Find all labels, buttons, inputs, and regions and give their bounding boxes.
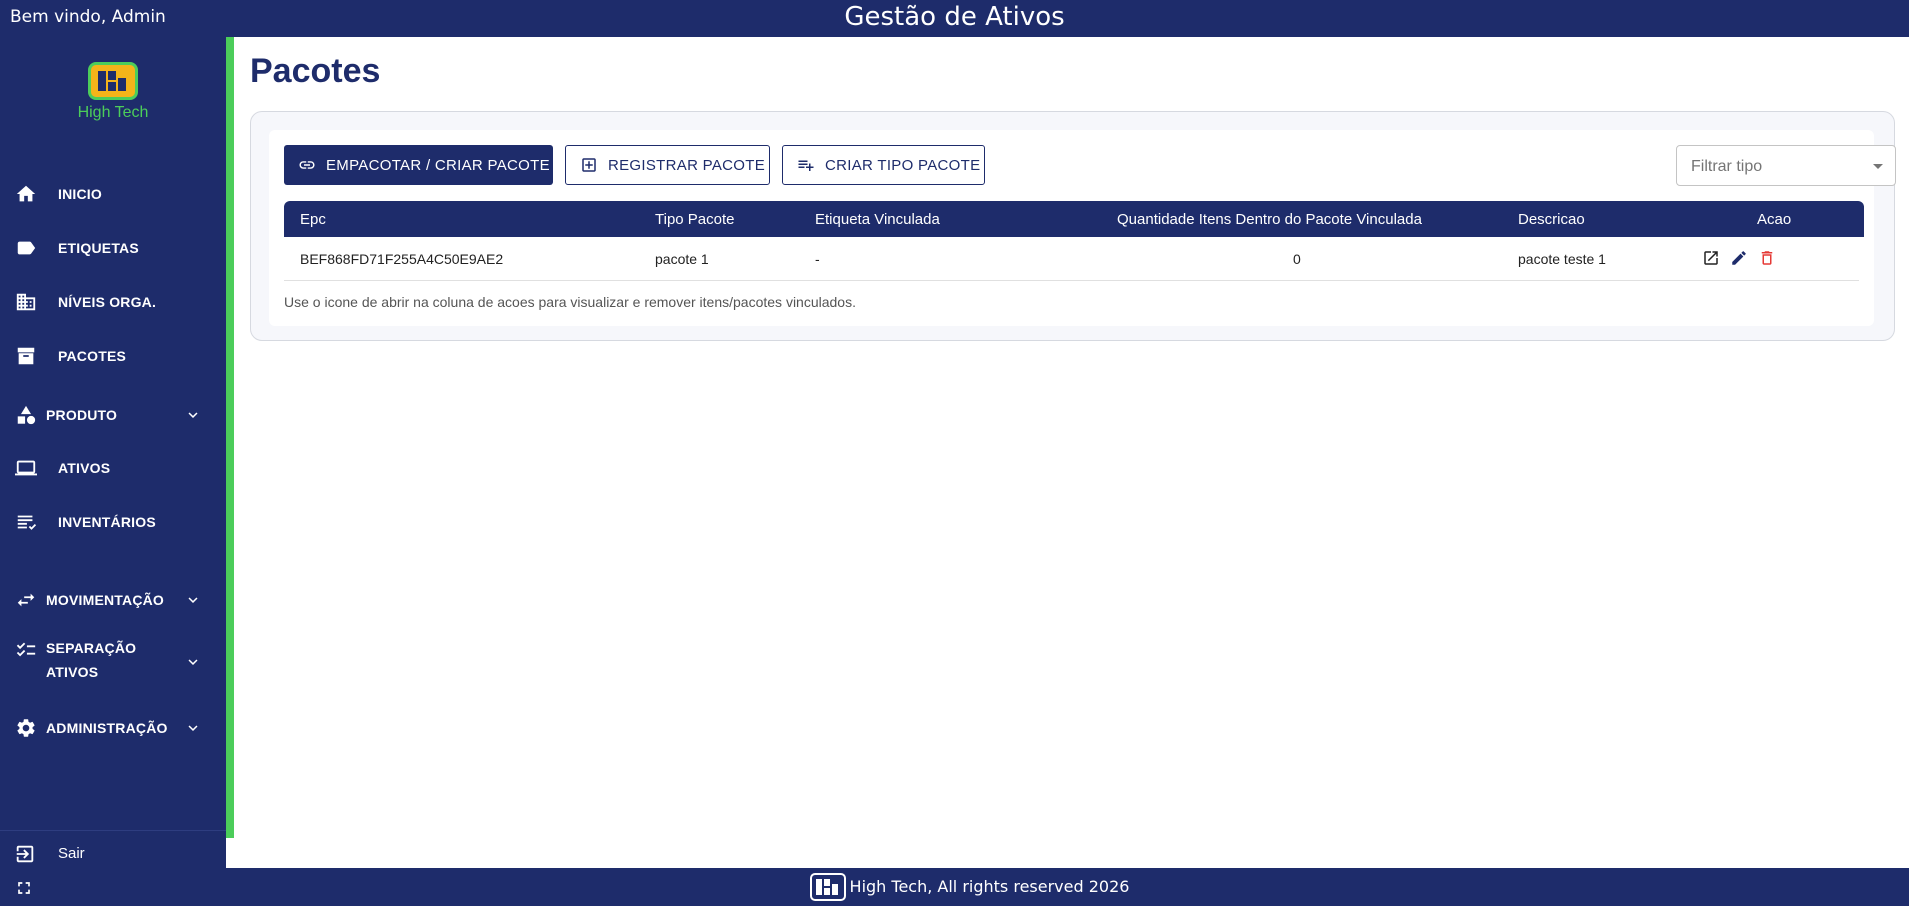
column-header-quantidade[interactable]: Quantidade Itens Dentro do Pacote Vincul…	[1117, 211, 1422, 228]
packages-card: EMPACOTAR / CRIAR PACOTE REGISTRAR PACOT…	[250, 111, 1896, 341]
add-box-icon	[580, 156, 598, 174]
sidebar-item-label-line2: ATIVOS	[46, 664, 99, 680]
sidebar-item-separacao-ativos[interactable]: SEPARAÇÃO ATIVOS	[0, 634, 226, 690]
cell-etiqueta-vinculada: -	[815, 251, 820, 267]
create-package-type-label: CRIAR TIPO PACOTE	[825, 156, 981, 174]
help-note: Use o icone de abrir na coluna de acoes …	[284, 294, 856, 310]
list-icon	[14, 510, 38, 534]
sidebar-item-label: ETIQUETAS	[58, 240, 139, 256]
sidebar-item-label: PACOTES	[58, 348, 127, 364]
footer: High Tech, All rights reserved 2026	[0, 868, 1909, 906]
sidebar-item-label: ATIVOS	[58, 460, 111, 476]
app-title: Gestão de Ativos	[844, 2, 1065, 32]
create-package-type-button[interactable]: CRIAR TIPO PACOTE	[782, 145, 985, 185]
sidebar-item-produto[interactable]: PRODUTO	[0, 395, 226, 435]
swap-icon	[14, 588, 38, 612]
filter-type-placeholder: Filtrar tipo	[1691, 158, 1763, 175]
delete-icon[interactable]	[1758, 249, 1776, 270]
sidebar-item-label: MOVIMENTAÇÃO	[46, 592, 165, 608]
sidebar-item-label: ADMINISTRAÇÃO	[46, 720, 168, 736]
checklist-icon	[14, 638, 38, 662]
cell-quantidade: 0	[1293, 251, 1301, 267]
chevron-down-icon[interactable]	[184, 406, 202, 424]
sidebar-item-label: NÍVEIS ORGA.	[58, 294, 157, 310]
logout-label: Sair	[58, 845, 85, 862]
sidebar-item-inventarios[interactable]: INVENTÁRIOS	[0, 502, 226, 542]
sidebar-item-label: INICIO	[58, 186, 102, 202]
gear-icon	[14, 716, 38, 740]
sidebar-item-inicio[interactable]: INICIO	[0, 174, 226, 214]
edit-icon[interactable]	[1730, 249, 1748, 270]
playlist-add-icon	[797, 156, 815, 174]
category-icon	[14, 403, 38, 427]
cell-descricao: pacote teste 1	[1518, 251, 1606, 267]
home-icon	[14, 182, 38, 206]
building-icon	[14, 290, 38, 314]
chevron-down-icon[interactable]	[184, 719, 202, 737]
column-header-etiqueta-vinculada[interactable]: Etiqueta Vinculada	[815, 211, 940, 228]
sidebar-item-label-line1: SEPARAÇÃO	[46, 640, 137, 656]
column-header-tipo-pacote[interactable]: Tipo Pacote	[655, 211, 735, 228]
chevron-down-icon[interactable]	[184, 591, 202, 609]
register-package-button[interactable]: REGISTRAR PACOTE	[565, 145, 770, 185]
column-header-descricao[interactable]: Descricao	[1518, 211, 1585, 228]
brand-logo[interactable]: High Tech	[0, 62, 226, 122]
row-actions	[1702, 249, 1776, 270]
sidebar-item-label: INVENTÁRIOS	[58, 514, 156, 530]
sidebar-item-movimentacao[interactable]: MOVIMENTAÇÃO	[0, 580, 226, 620]
copyright-text: High Tech, All rights reserved 2026	[0, 877, 1909, 896]
copyright-label: High Tech, All rights reserved 2026	[849, 877, 1130, 896]
dropdown-arrow-icon	[1873, 164, 1883, 169]
packages-panel: EMPACOTAR / CRIAR PACOTE REGISTRAR PACOT…	[269, 130, 1896, 326]
sidebar-item-niveis-orga[interactable]: NÍVEIS ORGA.	[0, 282, 226, 322]
sidebar-item-administracao[interactable]: ADMINISTRAÇÃO	[0, 708, 226, 748]
cell-epc: BEF868FD71F255A4C50E9AE2	[300, 251, 504, 267]
laptop-icon	[14, 456, 38, 480]
chevron-down-icon[interactable]	[184, 653, 202, 671]
archive-icon	[14, 344, 38, 368]
pack-create-label: EMPACOTAR / CRIAR PACOTE	[326, 156, 550, 174]
main-content: Pacotes EMPACOTAR / CRIAR PACOTE REGISTR…	[234, 37, 1909, 868]
page-title: Pacotes	[250, 52, 381, 90]
table-row: BEF868FD71F255A4C50E9AE2 pacote 1 - 0 pa…	[284, 237, 1859, 281]
sidebar-accent-bar	[226, 37, 234, 838]
open-icon[interactable]	[1702, 249, 1720, 270]
column-header-epc[interactable]: Epc	[300, 211, 326, 228]
pack-create-button[interactable]: EMPACOTAR / CRIAR PACOTE	[284, 145, 553, 185]
table-header: Epc Tipo Pacote Etiqueta Vinculada Quant…	[284, 201, 1864, 237]
brand-name: High Tech	[77, 104, 149, 121]
logout-icon	[14, 843, 36, 870]
link-icon	[298, 156, 316, 174]
register-package-label: REGISTRAR PACOTE	[608, 156, 766, 174]
sidebar: High Tech INICIO ETIQUETAS NÍVEIS ORGA. …	[0, 37, 226, 868]
sidebar-item-etiquetas[interactable]: ETIQUETAS	[0, 228, 226, 268]
cell-tipo-pacote: pacote 1	[655, 251, 709, 267]
top-app-bar: Bem vindo, Admin Gestão de Ativos	[0, 0, 1909, 37]
high-tech-logo-icon	[88, 62, 138, 100]
filter-type-select[interactable]: Filtrar tipo	[1676, 145, 1896, 186]
sidebar-item-pacotes[interactable]: PACOTES	[0, 336, 226, 376]
label-icon	[14, 236, 38, 260]
sidebar-item-label: PRODUTO	[46, 407, 118, 423]
sidebar-item-ativos[interactable]: ATIVOS	[0, 448, 226, 488]
column-header-acao: Acao	[1757, 211, 1792, 228]
